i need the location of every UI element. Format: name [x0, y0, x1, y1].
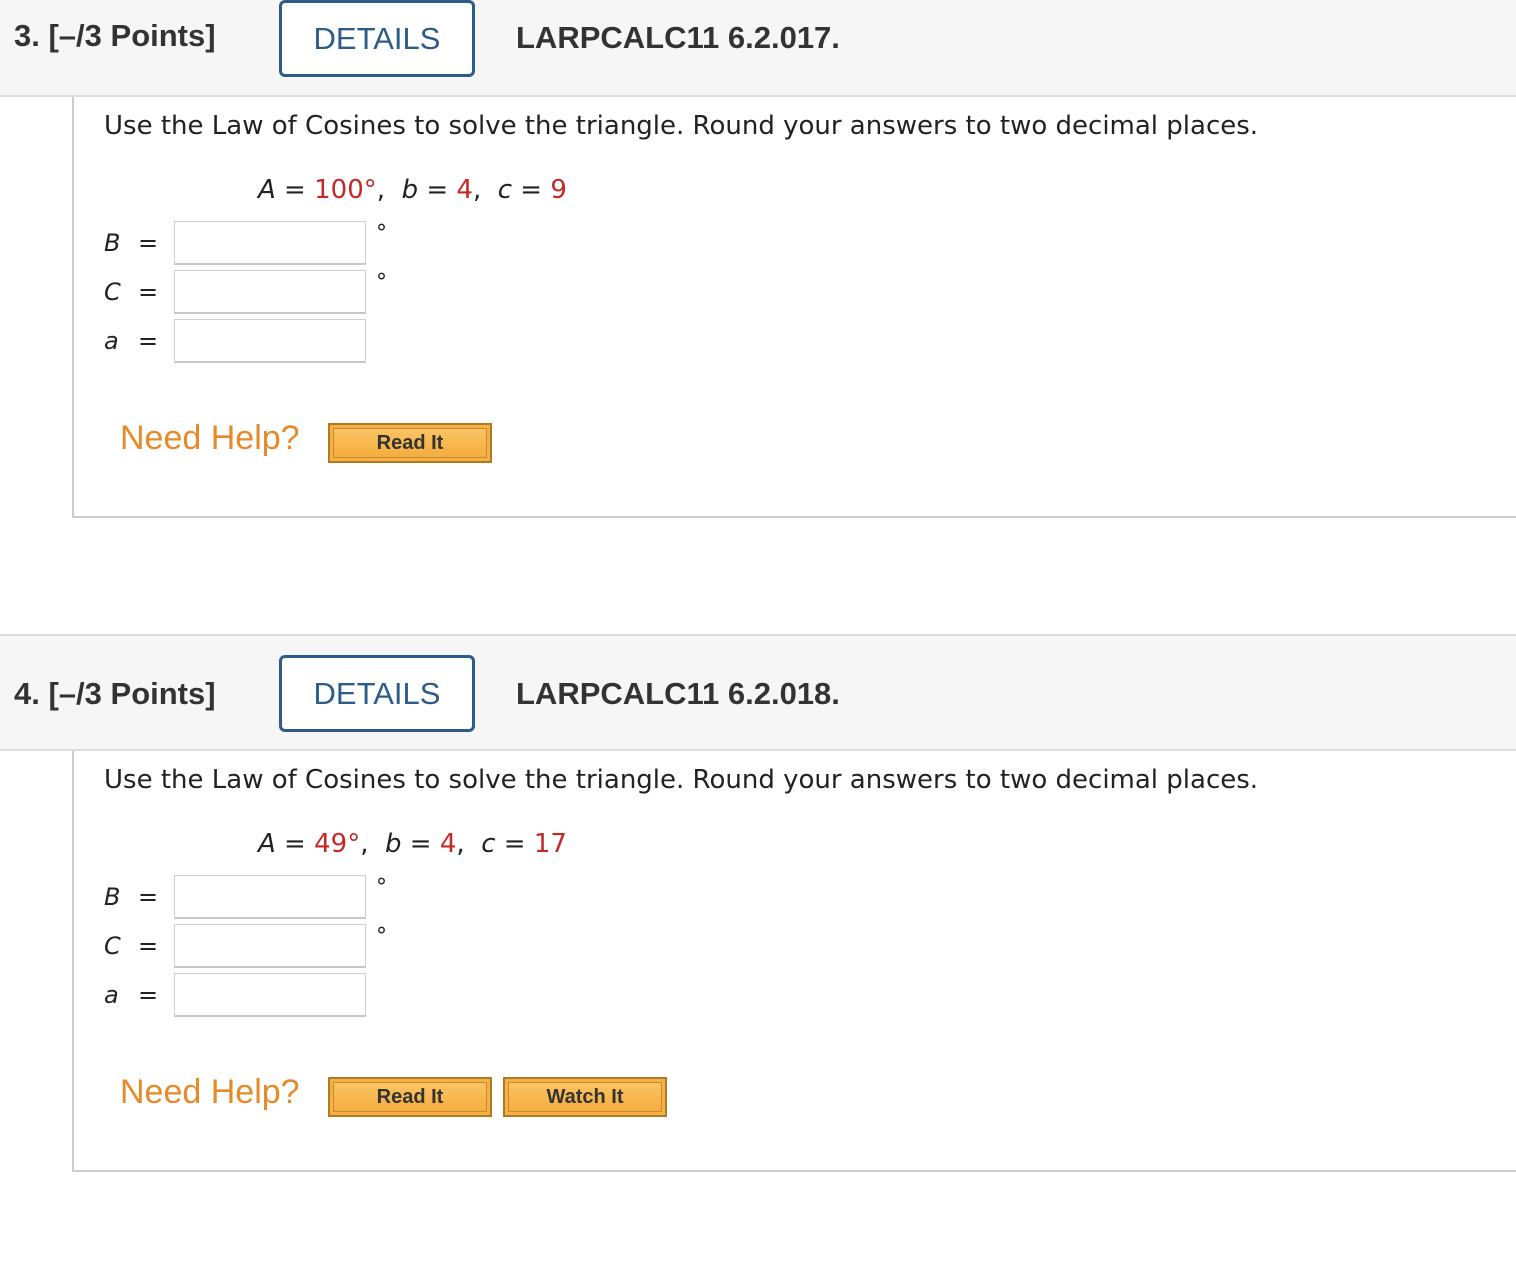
question-header: 4. [–/3 Points] DETAILS LARPCALC11 6.2.0…: [0, 634, 1516, 751]
details-button[interactable]: DETAILS: [279, 0, 475, 77]
answer-row-B: B = °: [102, 221, 442, 267]
answer-row-B: B = °: [102, 875, 442, 921]
details-button[interactable]: DETAILS: [279, 655, 475, 732]
given-values: A = 49°, b = 4, c = 17: [258, 829, 567, 859]
degree-unit: °: [376, 875, 387, 900]
answer-label: B: [104, 229, 121, 257]
answer-row-C: C = °: [102, 924, 442, 970]
question-body: Use the Law of Cosines to solve the tria…: [72, 751, 1516, 1172]
answer-input-a[interactable]: [174, 973, 366, 1017]
equals-sign: =: [138, 327, 159, 355]
answer-input-C[interactable]: [174, 924, 366, 968]
answer-label: B: [104, 883, 121, 911]
equals-sign: =: [138, 932, 159, 960]
answer-input-B[interactable]: [174, 221, 366, 265]
question-reference: LARPCALC11 6.2.017.: [516, 20, 840, 55]
answer-row-a: a =: [102, 319, 442, 365]
degree-unit: °: [376, 221, 387, 246]
answer-row-C: C = °: [102, 270, 442, 316]
question-reference: LARPCALC11 6.2.018.: [516, 676, 840, 711]
degree-unit: °: [376, 270, 387, 295]
given-values: A = 100°, b = 4, c = 9: [258, 175, 567, 205]
answer-label: C: [104, 278, 121, 306]
question-prompt: Use the Law of Cosines to solve the tria…: [104, 765, 1259, 795]
question-prompt: Use the Law of Cosines to solve the tria…: [104, 111, 1259, 141]
answer-input-B[interactable]: [174, 875, 366, 919]
need-help-label: Need Help?: [120, 419, 300, 457]
equals-sign: =: [138, 278, 159, 306]
answer-row-a: a =: [102, 973, 442, 1019]
watch-it-button[interactable]: Watch It: [503, 1077, 667, 1117]
answer-input-C[interactable]: [174, 270, 366, 314]
answer-label: a: [104, 327, 119, 355]
question-number-points: 4. [–/3 Points]: [14, 676, 216, 711]
degree-unit: °: [376, 924, 387, 949]
question-header: 3. [–/3 Points] DETAILS LARPCALC11 6.2.0…: [0, 0, 1516, 97]
answer-label: a: [104, 981, 119, 1009]
answer-input-a[interactable]: [174, 319, 366, 363]
answer-label: C: [104, 932, 121, 960]
equals-sign: =: [138, 981, 159, 1009]
question-body: Use the Law of Cosines to solve the tria…: [72, 97, 1516, 518]
read-it-button[interactable]: Read It: [328, 1077, 492, 1117]
question-number-points: 3. [–/3 Points]: [14, 18, 216, 53]
read-it-button[interactable]: Read It: [328, 423, 492, 463]
equals-sign: =: [138, 883, 159, 911]
need-help-label: Need Help?: [120, 1073, 300, 1111]
equals-sign: =: [138, 229, 159, 257]
